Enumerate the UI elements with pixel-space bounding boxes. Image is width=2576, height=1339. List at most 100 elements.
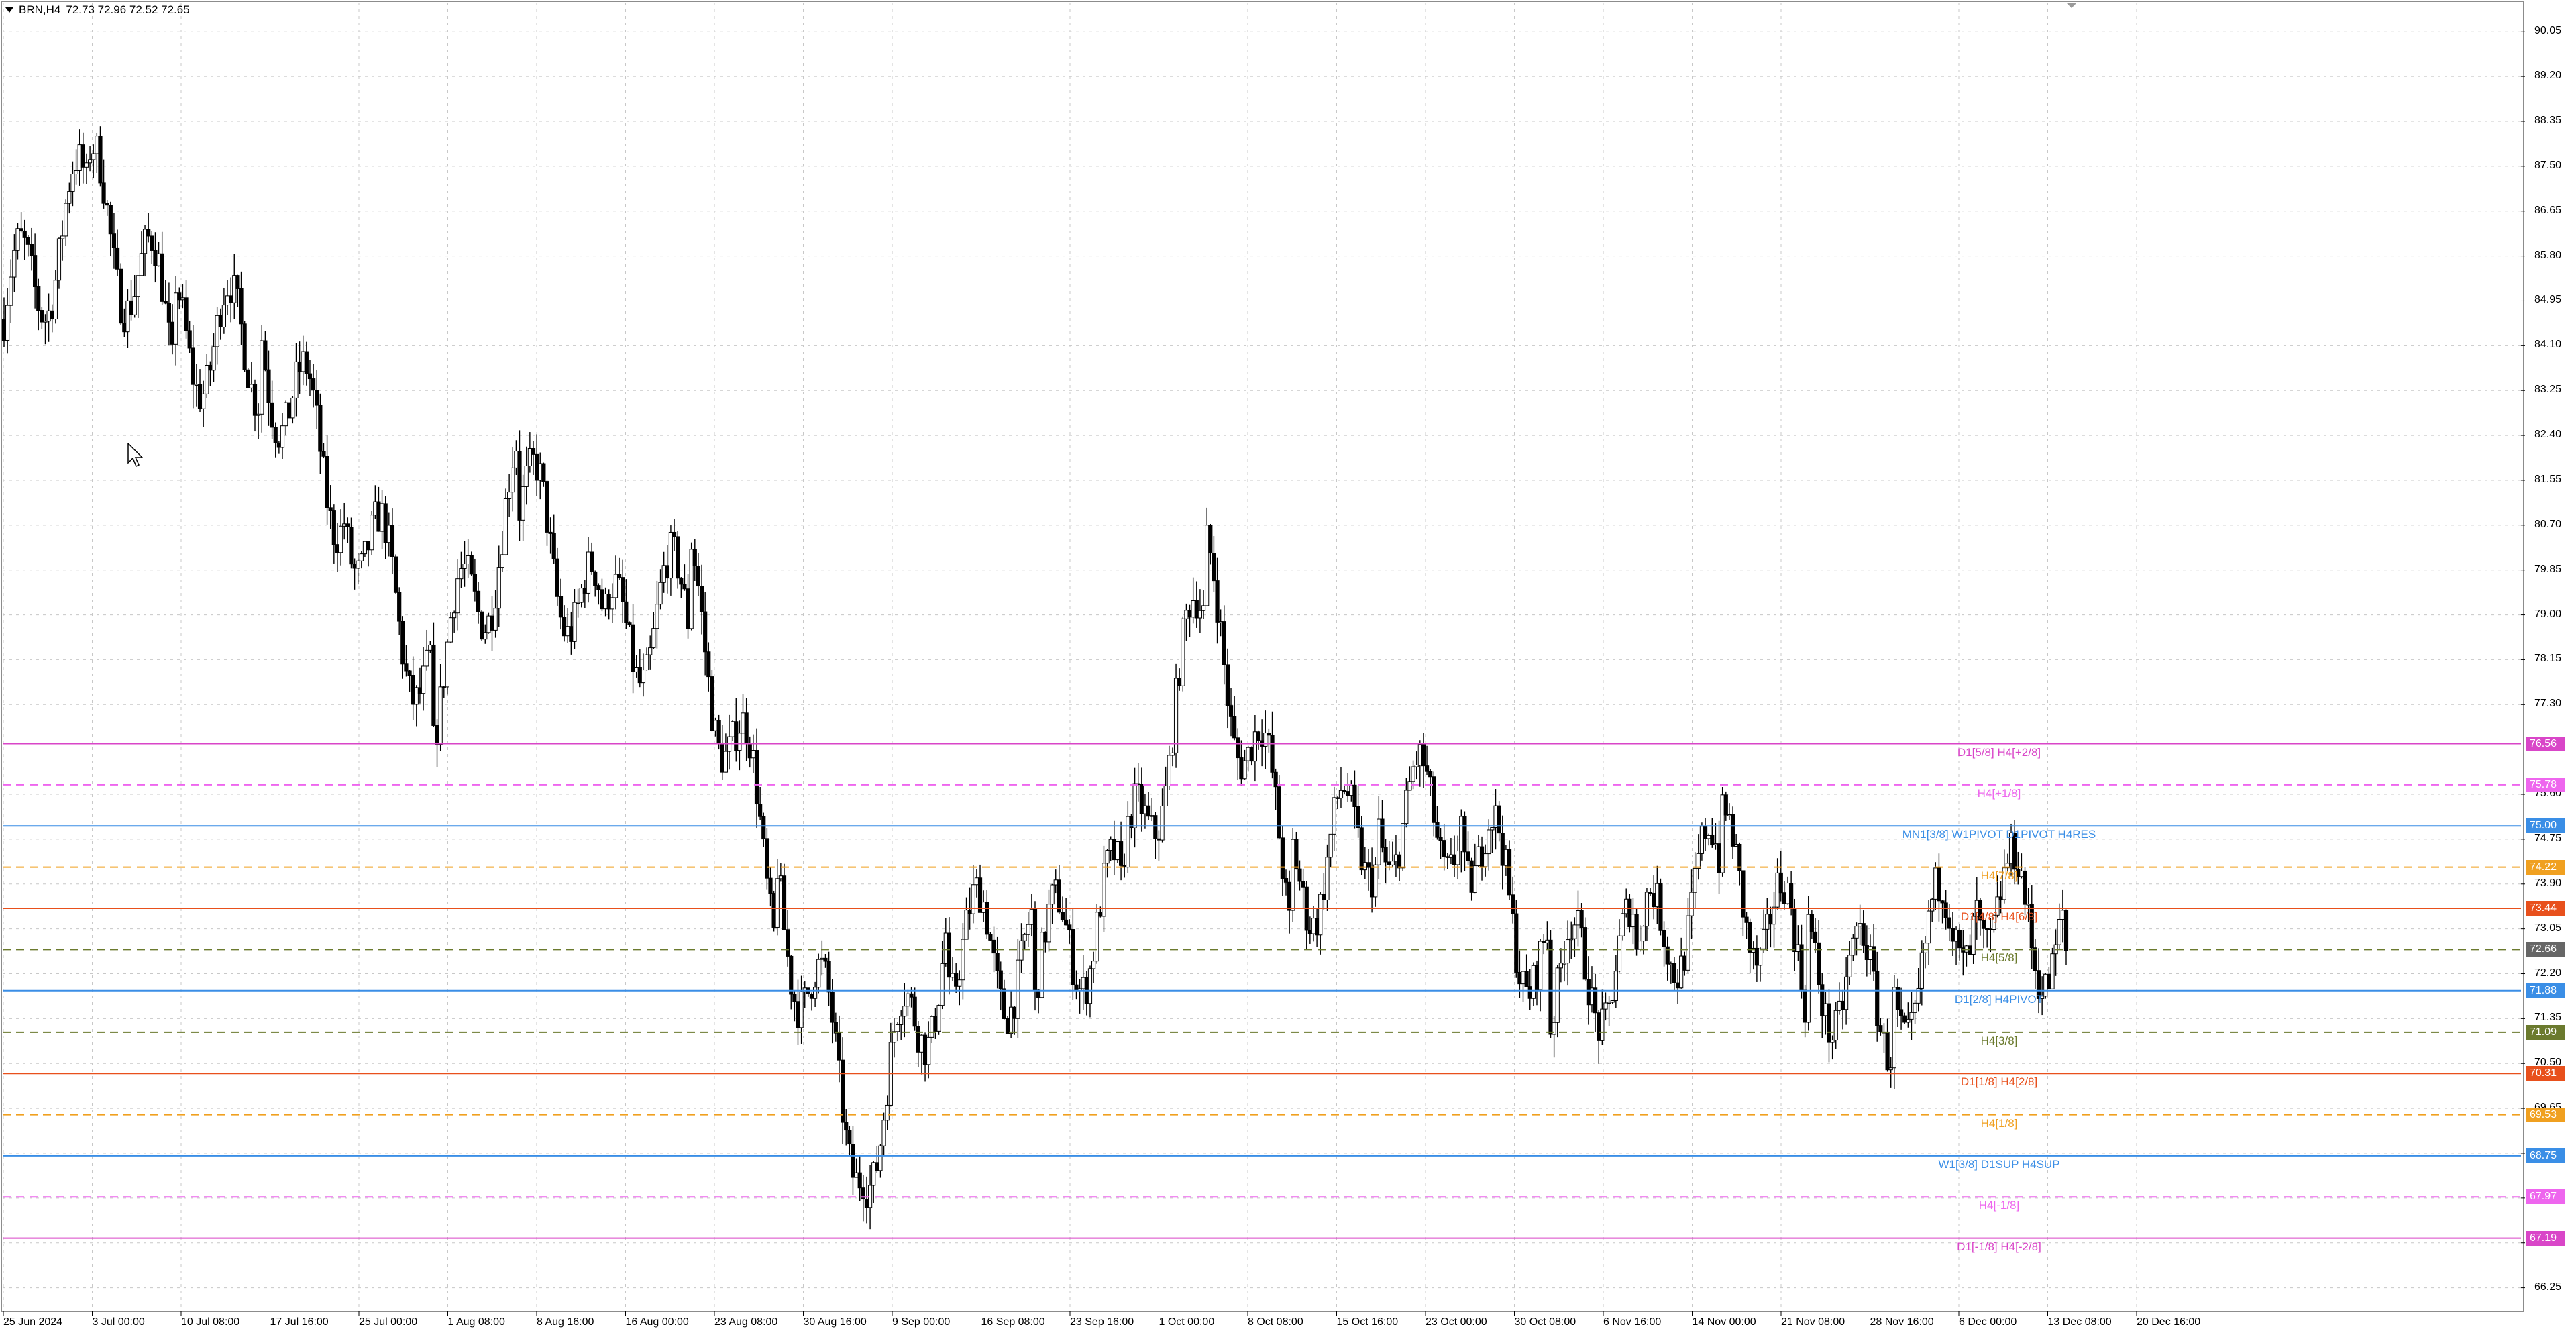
candle-body <box>796 1001 800 1028</box>
candle-body <box>1366 862 1371 868</box>
candle-body <box>926 1036 931 1065</box>
candle-body <box>490 615 494 631</box>
candle-body <box>115 247 120 270</box>
candle-body <box>2060 910 2065 920</box>
candle-body <box>1555 967 1560 1023</box>
candle-body <box>1953 930 1959 942</box>
candle-body <box>1307 930 1312 934</box>
candle-body <box>480 611 484 640</box>
candle-body <box>771 893 776 928</box>
candle-body <box>125 300 130 333</box>
candle-body <box>2063 910 2069 951</box>
candle-body <box>1373 864 1378 898</box>
candle-body <box>445 641 450 688</box>
candle-body <box>1930 898 1935 912</box>
candle-body <box>713 720 718 731</box>
candle-body <box>1435 822 1440 838</box>
candle-body <box>1291 839 1295 911</box>
candle-body <box>1672 963 1677 983</box>
candle-body <box>129 300 133 315</box>
candle-body <box>1985 928 1990 930</box>
candle-body <box>260 340 264 415</box>
candle-body <box>1057 879 1061 913</box>
candle-body <box>1679 955 1684 989</box>
candle-body <box>119 268 123 324</box>
candle-body <box>613 574 619 598</box>
candle-body <box>689 549 694 629</box>
price-tick-label: 84.10 <box>2534 339 2562 351</box>
price-badge: 72.66 <box>2526 942 2565 957</box>
symbol-label: BRN,H4 <box>19 3 61 16</box>
candle-body <box>672 531 677 537</box>
candle-body <box>1644 892 1650 927</box>
time-tick-label: 25 Jun 2024 <box>3 1316 63 1328</box>
candle-body <box>146 229 151 237</box>
candle-body <box>1597 1012 1601 1041</box>
candle-body <box>1772 906 1776 925</box>
candle-body <box>411 675 415 705</box>
time-tick-label: 23 Sep 16:00 <box>1070 1316 1134 1328</box>
candle-body <box>1414 764 1419 767</box>
candle-body <box>1201 605 1206 611</box>
candle-body <box>335 544 340 553</box>
price-chart[interactable] <box>0 0 2576 1339</box>
candle-body <box>383 503 388 543</box>
level-label: D1[-1/8] H4[-2/8] <box>1957 1240 2041 1253</box>
candle-body <box>362 541 368 555</box>
ohlc-values: 72.73 72.96 72.52 72.65 <box>66 3 190 16</box>
candle-body <box>1012 1006 1017 1019</box>
candle-body <box>1139 784 1144 814</box>
candle-body <box>455 578 460 614</box>
price-tick-label: 90.05 <box>2534 25 2562 37</box>
candle-body <box>679 578 684 585</box>
candle-body <box>1943 902 1948 918</box>
time-tick-label: 9 Sep 00:00 <box>892 1316 951 1328</box>
candle-body <box>1393 854 1399 862</box>
candle-body <box>87 159 93 164</box>
candle-body <box>294 361 299 398</box>
candle-body <box>1521 971 1525 985</box>
candle-body <box>19 228 23 231</box>
candle-body <box>936 1005 941 1032</box>
candle-body <box>1713 843 1718 845</box>
candle-body <box>1187 610 1192 618</box>
candle-body <box>1888 1067 1893 1071</box>
time-tick-label: 16 Sep 08:00 <box>981 1316 1045 1328</box>
candle-body <box>1940 900 1945 904</box>
candle-body <box>1638 941 1642 950</box>
candle-body <box>1404 790 1409 824</box>
price-tick-label: 72.20 <box>2534 967 2562 979</box>
candle-body <box>786 929 790 957</box>
candle-body <box>500 554 504 568</box>
level-label: H4[5/8] <box>1980 951 2018 965</box>
candle-body <box>33 255 38 288</box>
candle-body <box>1479 846 1485 867</box>
chart-window[interactable]: BRN,H4 72.73 72.96 72.52 72.65 90.05 89.2… <box>0 0 2576 1339</box>
candle-body <box>174 292 178 345</box>
candle-body <box>538 463 543 481</box>
candle-body <box>342 523 347 527</box>
candle-body <box>425 649 429 667</box>
candle-body <box>2026 904 2031 906</box>
candle-body <box>661 565 666 583</box>
candle-body <box>589 551 594 572</box>
candle-body <box>452 612 457 619</box>
candle-body <box>1359 827 1364 871</box>
price-badge: 68.75 <box>2526 1148 2565 1163</box>
candle-body <box>1799 944 1804 991</box>
candle-body <box>1 319 7 341</box>
candle-body <box>744 712 749 744</box>
candle-body <box>1579 910 1584 928</box>
price-tick-label: 73.05 <box>2534 922 2562 934</box>
candle-body <box>208 364 213 371</box>
candle-body <box>2033 947 2037 971</box>
candle-body <box>232 275 237 303</box>
candle-body <box>46 310 51 322</box>
candle-body <box>1734 843 1739 847</box>
candle-body <box>1142 805 1148 814</box>
chevron-down-icon[interactable] <box>5 7 13 13</box>
candle-body <box>1675 982 1680 989</box>
candle-body <box>50 310 54 320</box>
candle-body <box>668 531 674 579</box>
price-tick-label: 87.50 <box>2534 159 2562 171</box>
